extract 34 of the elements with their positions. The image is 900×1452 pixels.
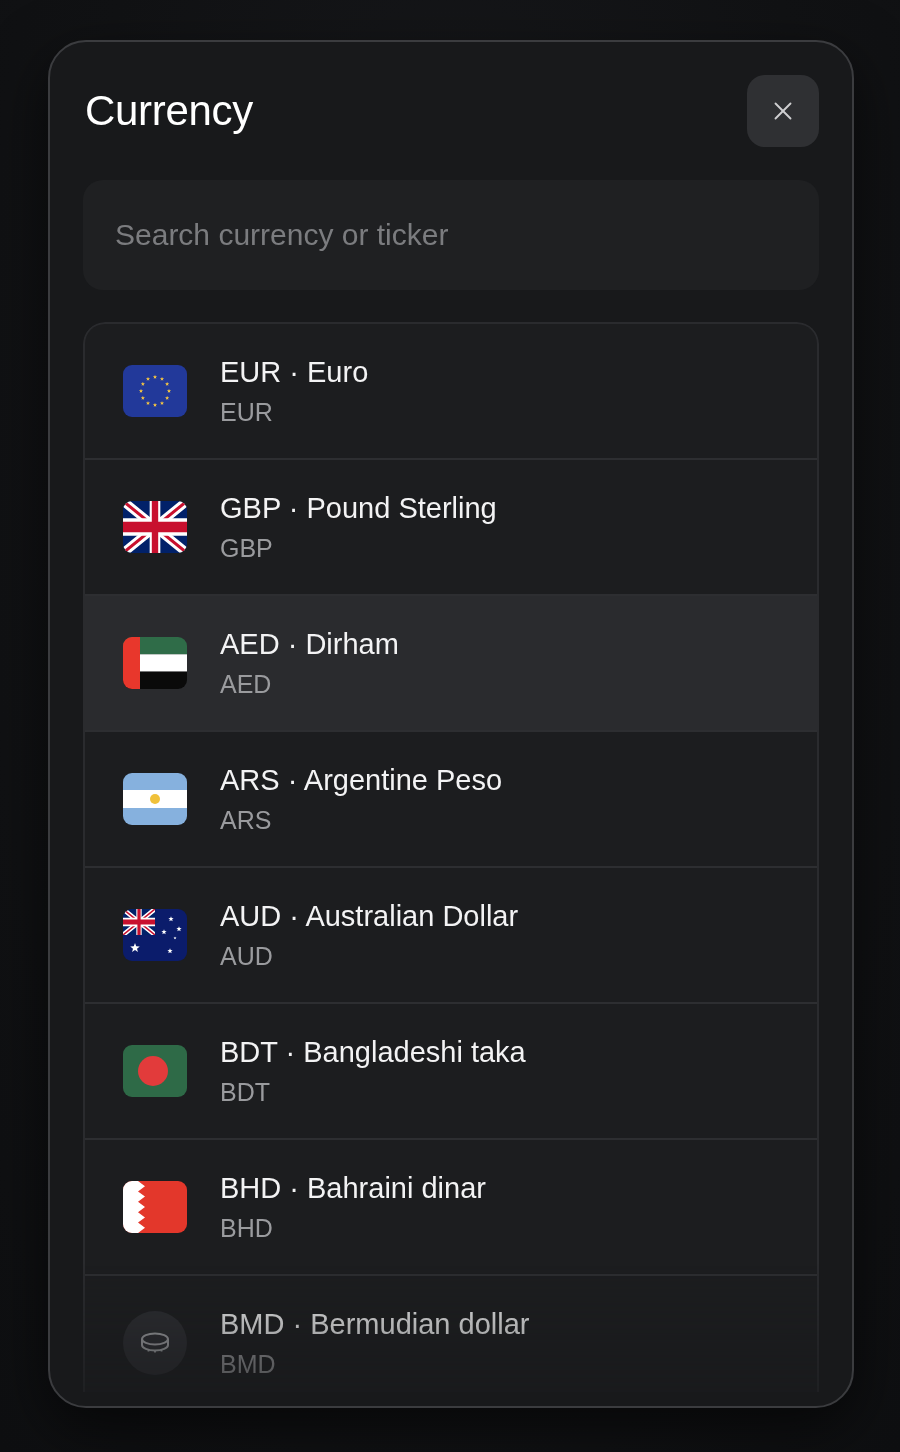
currency-name: EUR · Euro [220,355,369,390]
currency-option[interactable]: BDT · Bangladeshi taka BDT [85,1004,817,1140]
dialog-title: Currency [85,87,253,135]
uae-flag-icon [123,637,187,689]
currency-name: AED · Dirham [220,627,399,662]
currency-code: BHD [220,1213,274,1244]
currency-name: GBP · Pound Sterling [220,491,497,526]
currency-name: BHD · Bahraini dinar [220,1171,486,1206]
currency-option[interactable]: BHD · Bahraini dinar BHD [85,1140,817,1276]
currency-name: BDT · Bangladeshi taka [220,1035,526,1070]
close-button[interactable] [747,75,819,147]
bahrain-flag-icon [123,1181,187,1233]
australia-flag-icon [123,909,187,961]
currency-option[interactable]: BMD · Bermudian dollar BMD [85,1276,817,1392]
bangladesh-flag-icon [123,1045,187,1097]
currency-code: GBP [220,533,274,564]
currency-code: AUD [220,941,274,972]
currency-name: AUD · Australian Dollar [220,899,519,934]
currency-code: ARS [220,805,273,836]
currency-option[interactable]: ARS · Argentine Peso ARS [85,732,817,868]
currency-code: EUR [220,397,274,428]
currency-option[interactable]: AED · Dirham AED [85,596,817,732]
coin-icon [123,1311,187,1375]
currency-code: BMD [220,1349,277,1380]
currency-code: BDT [220,1077,271,1108]
search-field[interactable]: Search currency or ticker [83,180,819,290]
currency-name: BMD · Bermudian dollar [220,1307,530,1342]
eu-flag-icon [123,365,187,417]
currency-option[interactable]: EUR · Euro EUR [85,324,817,460]
argentina-flag-icon [123,773,187,825]
currency-code: AED [220,669,273,700]
currency-name: ARS · Argentine Peso [220,763,503,798]
currency-option[interactable]: AUD · Australian Dollar AUD [85,868,817,1004]
uk-flag-icon [123,501,187,553]
